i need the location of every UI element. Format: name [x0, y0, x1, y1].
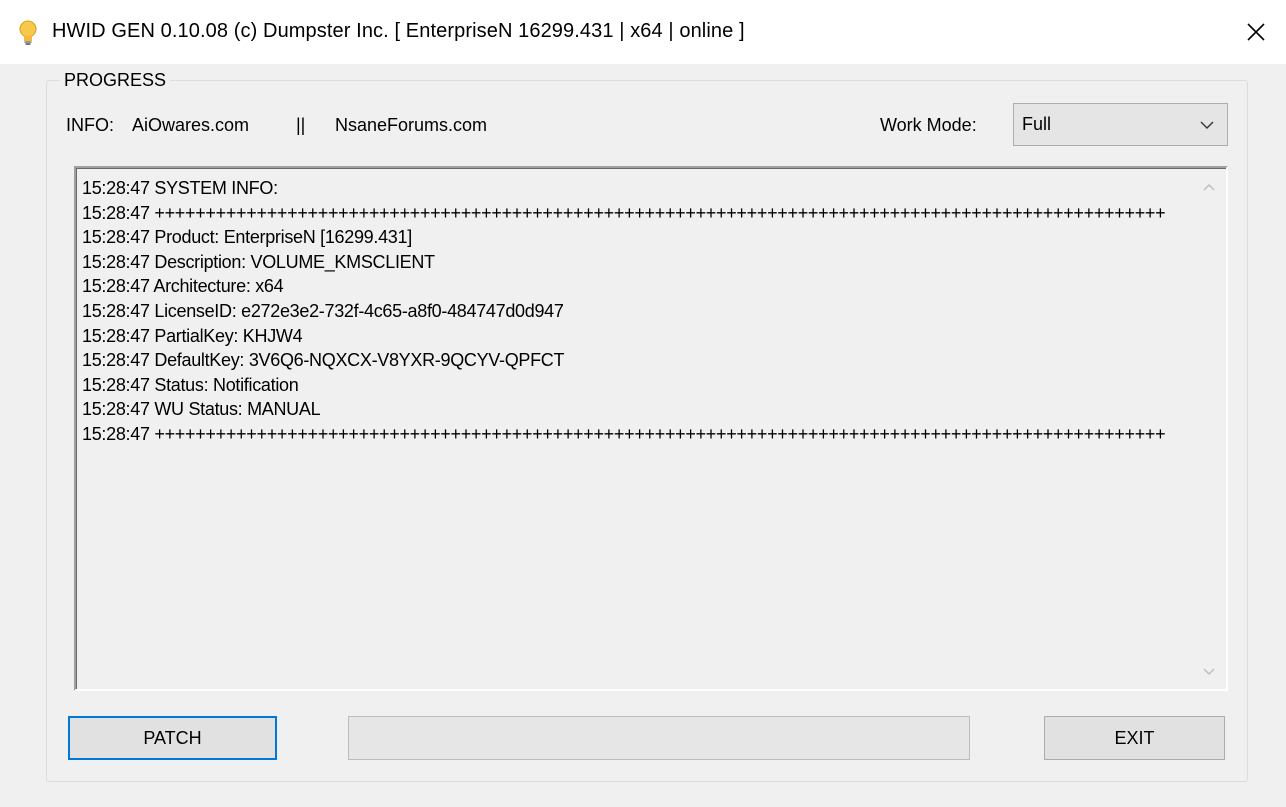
log-line: 15:28:47 PartialKey: KHJW4 [82, 325, 303, 346]
chevron-down-icon [1200, 121, 1214, 129]
scroll-up-icon[interactable] [1202, 182, 1216, 192]
log-lines: 15:28:47 SYSTEM INFO: 15:28:47 ++++++++++… [82, 176, 1190, 447]
work-mode-label: Work Mode: [880, 115, 977, 135]
log-line: 15:28:47 WU Status: MANUAL [82, 399, 321, 420]
close-button[interactable] [1226, 0, 1286, 64]
log-line: 15:28:47 DefaultKey: 3V6Q6-NQXCX-V8YXR-9… [82, 350, 565, 371]
log-line: 15:28:47 Product: EnterpriseN [16299.431… [82, 227, 412, 248]
title-bar: HWID GEN 0.10.08 (c) Dumpster Inc. [ Ent… [0, 0, 1286, 64]
progress-bar [348, 716, 970, 760]
group-title: PROGRESS [60, 70, 171, 91]
work-mode-select[interactable]: Full [1013, 103, 1228, 146]
info-separator: || [296, 115, 306, 135]
log-textbox[interactable]: 15:28:47 SYSTEM INFO: 15:28:47 ++++++++++… [74, 166, 1228, 691]
lightbulb-icon [19, 20, 37, 45]
patch-button[interactable]: PATCH [68, 716, 277, 760]
log-line: 15:28:47 +++++++++++++++++++++++++++++++… [82, 423, 1166, 444]
window-title: HWID GEN 0.10.08 (c) Dumpster Inc. [ Ent… [52, 20, 745, 42]
close-icon [1247, 23, 1265, 41]
log-scrollbar[interactable] [1194, 170, 1224, 687]
nsaneforums-link[interactable]: NsaneForums.com [335, 115, 487, 136]
scroll-down-icon[interactable] [1202, 667, 1216, 677]
aiowares-link[interactable]: AiOwares.com [132, 115, 249, 136]
log-line: 15:28:47 SYSTEM INFO: [82, 178, 278, 198]
log-line: 15:28:47 Architecture: x64 [82, 276, 284, 297]
log-line: 15:28:47 Status: Notification [82, 374, 299, 395]
info-label: INFO: [66, 115, 114, 135]
log-line: 15:28:47 +++++++++++++++++++++++++++++++… [82, 202, 1166, 223]
work-mode-value: Full [1022, 114, 1052, 134]
exit-button[interactable]: EXIT [1044, 716, 1225, 760]
log-line: 15:28:47 LicenseID: e272e3e2-732f-4c65-a… [82, 300, 564, 321]
log-line: 15:28:47 Description: VOLUME_KMSCLIENT [82, 251, 435, 272]
